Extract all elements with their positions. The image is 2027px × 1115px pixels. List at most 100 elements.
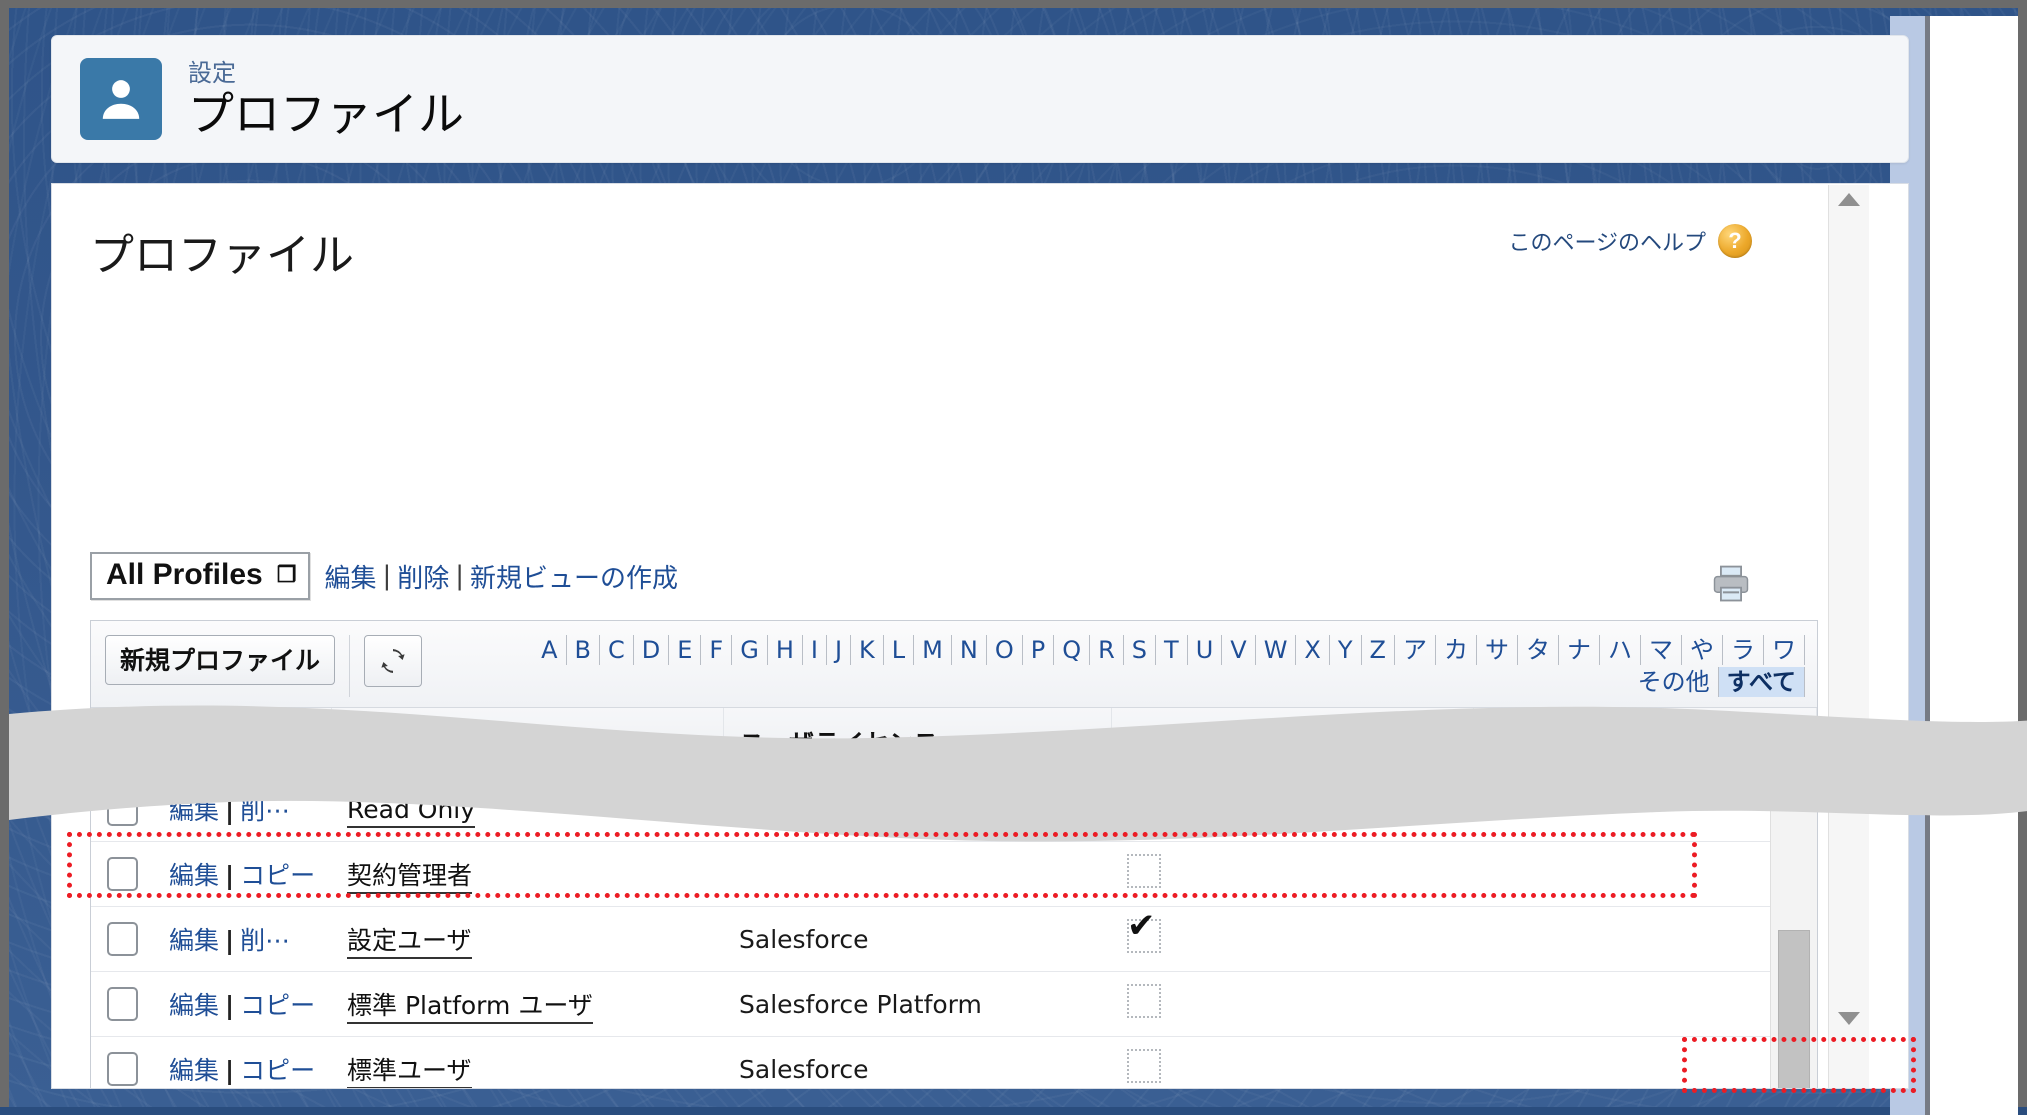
create-new-view-link[interactable]: 新規ビューの作成 [470, 558, 678, 595]
alpha-filter-S[interactable]: S [1124, 635, 1157, 665]
alpha-filter-ワ[interactable]: ワ [1764, 635, 1805, 665]
alpha-filter-V[interactable]: V [1222, 635, 1256, 665]
row-checkbox[interactable] [107, 857, 138, 891]
row-checkbox[interactable] [107, 1052, 138, 1086]
alpha-filter-Z[interactable]: Z [1362, 635, 1395, 665]
alpha-filter-D[interactable]: D [634, 635, 670, 665]
column-header-profile-name[interactable]: プロファイル名 ↑ [331, 708, 724, 777]
alpha-filter-K[interactable]: K [851, 635, 884, 665]
alpha-filter-T[interactable]: T [1156, 635, 1188, 665]
row-select-cell [91, 776, 153, 842]
alpha-filter-M[interactable]: M [914, 635, 952, 665]
alpha-filter-タ[interactable]: タ [1518, 635, 1559, 665]
row-checkbox[interactable] [107, 922, 138, 956]
alpha-filter-サ[interactable]: サ [1477, 635, 1518, 665]
edit-link[interactable]: 編集 [169, 861, 219, 890]
profile-name-link[interactable]: 標準ユーザ [347, 1056, 472, 1088]
scrollbar-thumb[interactable] [1778, 930, 1810, 1088]
secondary-action-link[interactable]: コピー [240, 861, 315, 890]
select-all-checkbox[interactable] [107, 725, 138, 759]
alpha-filter-R[interactable]: R [1090, 635, 1124, 665]
alpha-filter-A[interactable]: A [533, 635, 567, 665]
row-spacer-cell [1473, 971, 1817, 1037]
profile-name-cell: 標準ユーザ [331, 1036, 723, 1088]
secondary-action-link[interactable]: 削⋯ [240, 796, 290, 825]
secondary-action-link[interactable]: 削⋯ [240, 926, 290, 955]
alpha-filter-X[interactable]: X [1296, 635, 1330, 665]
help-link-label: このページのヘルプ [1508, 231, 1706, 256]
edit-link[interactable]: 編集 [169, 796, 219, 825]
delete-view-link[interactable]: 削除 [397, 558, 449, 595]
alpha-filter-や[interactable]: や [1682, 635, 1723, 665]
user-license-cell [723, 841, 1111, 907]
profiles-list-container: 新規プロファイル ABCDEFGHIJKLMNOPQRSTUVWXYZアカサタナ… [90, 620, 1818, 1088]
alpha-filter-L[interactable]: L [884, 635, 915, 665]
row-checkbox[interactable] [107, 987, 138, 1021]
alpha-filter-ラ[interactable]: ラ [1723, 635, 1764, 665]
column-header-action[interactable]: アクション [153, 708, 332, 777]
column-header-spacer [1473, 708, 1817, 777]
scroll-up-arrow-icon[interactable] [1781, 747, 1807, 762]
help-for-this-page-link[interactable]: このページのヘルプ ? [1508, 224, 1752, 258]
row-actions-cell: 編集 | コピー [153, 841, 331, 907]
alpha-filter-G[interactable]: G [732, 635, 768, 665]
alpha-filter-カ[interactable]: カ [1436, 635, 1477, 665]
chevron-down-icon: ❒ [276, 562, 297, 587]
alpha-filter-U[interactable]: U [1188, 635, 1223, 665]
alpha-filter-マ[interactable]: マ [1641, 635, 1682, 665]
column-header-custom[interactable]: カスタム [1111, 708, 1474, 777]
alpha-filter-H[interactable]: H [768, 635, 803, 665]
new-profile-button[interactable]: 新規プロファイル [105, 635, 336, 685]
row-spacer-cell [1473, 906, 1817, 972]
profile-name-link[interactable]: 設定ユーザ [347, 926, 472, 959]
alpha-filter-Y[interactable]: Y [1330, 635, 1362, 665]
edit-link[interactable]: 編集 [169, 1056, 219, 1085]
profile-name-link[interactable]: Read Only [347, 794, 476, 828]
action-separator: | [225, 926, 235, 955]
list-view-heading: プロファイル [90, 230, 354, 281]
refresh-icon[interactable] [364, 635, 423, 687]
table-scrollbar[interactable] [1770, 739, 1817, 1088]
question-mark-icon: ? [1718, 224, 1752, 258]
page-title: プロファイル [188, 87, 464, 142]
alpha-filter-J[interactable]: J [827, 635, 852, 665]
secondary-action-link[interactable]: コピー [240, 991, 315, 1020]
view-link-separator-2: | [455, 561, 465, 591]
action-separator: | [225, 861, 235, 890]
page-scroll-up-arrow-icon[interactable] [1838, 193, 1860, 206]
profile-name-link[interactable]: 標準 Platform ユーザ [347, 991, 593, 1024]
printer-icon[interactable] [1708, 562, 1754, 611]
alpha-filter-その他[interactable]: その他 [1630, 667, 1719, 697]
alpha-filter-W[interactable]: W [1256, 635, 1297, 665]
custom-flag-cell [1111, 776, 1473, 842]
alpha-filter-ハ[interactable]: ハ [1600, 635, 1641, 665]
row-actions-cell: 編集 | コピー [153, 1036, 331, 1088]
column-header-user-license[interactable]: ユーザライセンス [723, 708, 1112, 777]
alpha-filter-C[interactable]: C [600, 635, 634, 665]
page-scroll-down-arrow-icon[interactable] [1838, 1012, 1860, 1025]
row-select-cell [91, 906, 153, 972]
page-scrollbar[interactable] [1828, 185, 1869, 1088]
alpha-filter-all[interactable]: すべて [1718, 667, 1805, 697]
edit-link[interactable]: 編集 [169, 991, 219, 1020]
row-spacer-cell [1473, 841, 1817, 907]
empty-checkbox-icon [1127, 1049, 1161, 1083]
edit-view-link[interactable]: 編集 [324, 558, 376, 595]
profile-name-link[interactable]: 契約管理者 [347, 861, 473, 894]
alpha-filter-ア[interactable]: ア [1395, 635, 1436, 665]
select-all-header [91, 708, 154, 777]
list-view-select[interactable]: All Profiles ❒ [90, 552, 311, 600]
alpha-filter-O[interactable]: O [987, 635, 1023, 665]
alpha-filter-B[interactable]: B [567, 635, 600, 665]
edit-link[interactable]: 編集 [169, 926, 219, 955]
alpha-filter-E[interactable]: E [669, 635, 702, 665]
alpha-filter-F[interactable]: F [701, 635, 733, 665]
alpha-filter-N[interactable]: N [952, 635, 987, 665]
action-separator: | [225, 1056, 235, 1085]
alpha-filter-P[interactable]: P [1023, 635, 1055, 665]
secondary-action-link[interactable]: コピー [240, 1056, 315, 1085]
alpha-filter-Q[interactable]: Q [1054, 635, 1091, 665]
alpha-filter-ナ[interactable]: ナ [1559, 635, 1600, 665]
alpha-filter-I[interactable]: I [803, 635, 827, 665]
row-checkbox[interactable] [107, 792, 138, 826]
